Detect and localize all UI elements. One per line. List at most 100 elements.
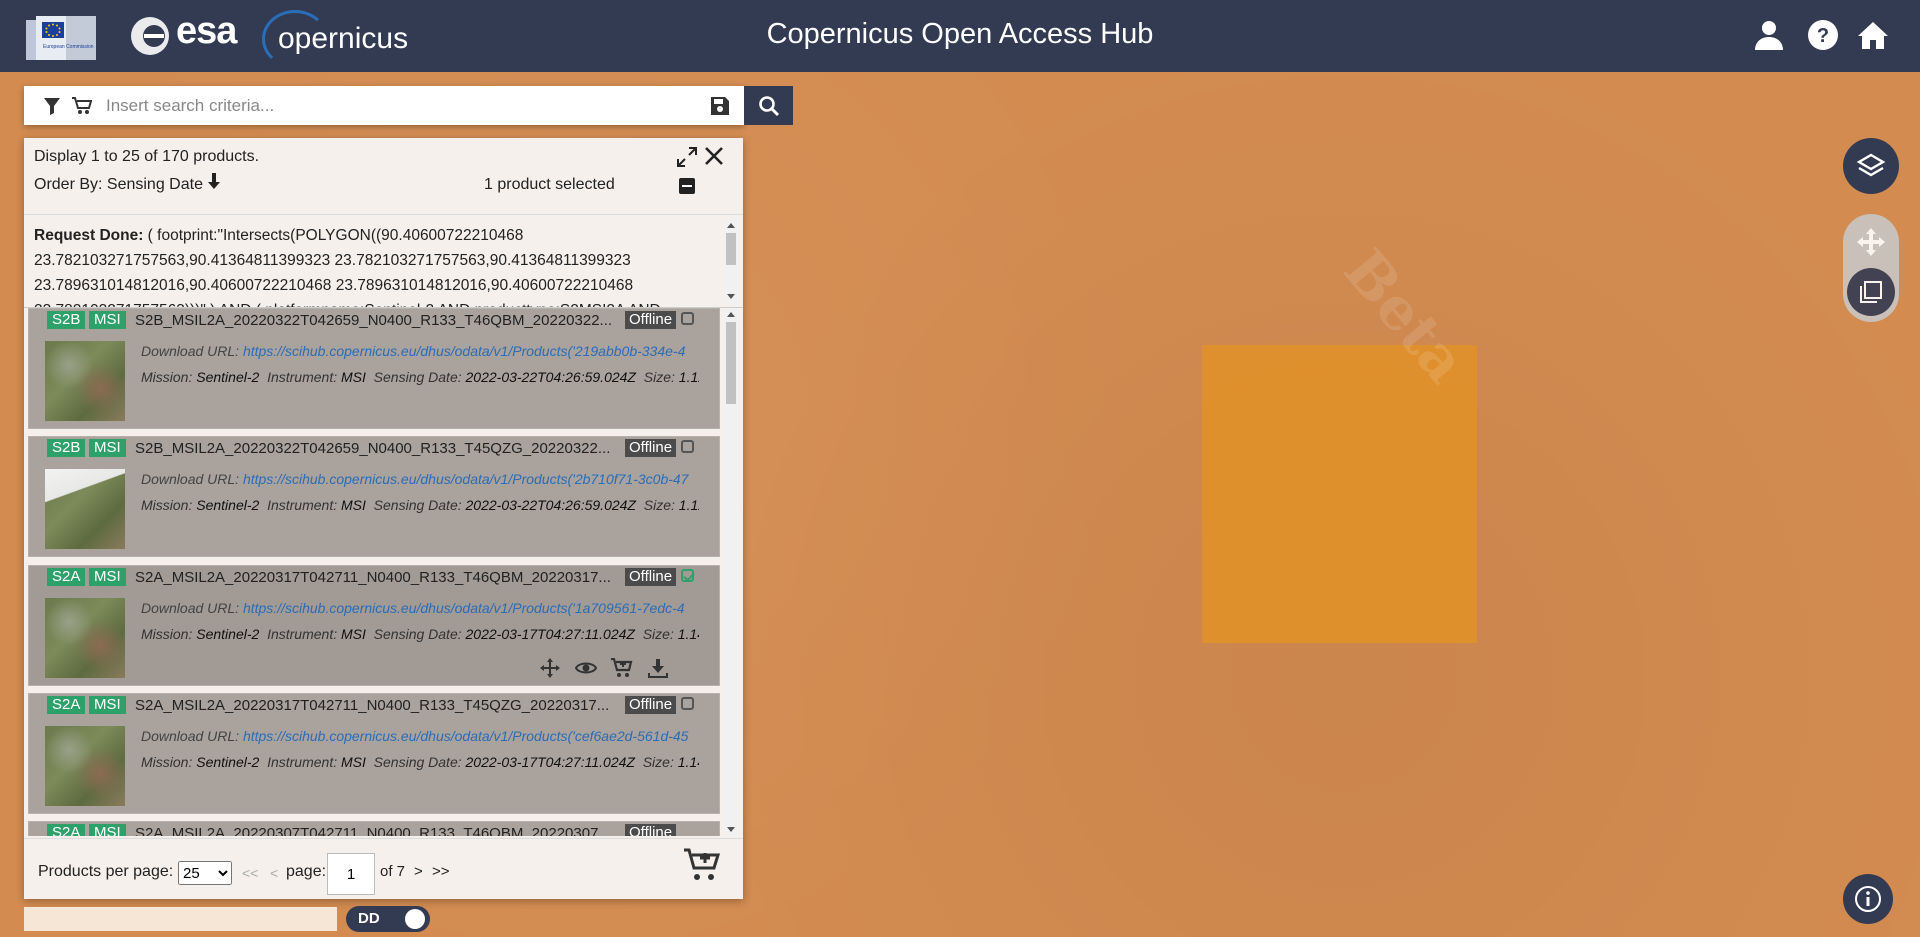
home-icon[interactable] [1856, 18, 1890, 52]
download-link[interactable]: https://scihub.copernicus.eu/dhus/odata/… [243, 600, 685, 616]
pan-button[interactable] [1843, 214, 1899, 270]
instrument-badge: MSI [89, 824, 126, 836]
deselect-all-button[interactable] [679, 178, 695, 194]
results-panel: Display 1 to 25 of 170 products. Order B… [24, 138, 743, 899]
save-icon[interactable] [704, 86, 736, 125]
layers-button[interactable] [1843, 138, 1899, 194]
move-icon [1857, 228, 1885, 256]
mission-value: Sentinel-2 [196, 497, 260, 513]
sensing-date-value: 2022-03-22T04:26:59.024Z [465, 497, 636, 513]
first-page-link[interactable]: << [242, 865, 258, 881]
status-badge: Offline [625, 311, 677, 329]
last-page-link[interactable]: >> [432, 863, 450, 880]
status-badge: Offline [625, 568, 677, 586]
app-header: European Commission esa opernicus Copern… [0, 0, 1920, 72]
size-value: 1.12 G [678, 497, 699, 513]
instrument-badge: MSI [89, 311, 126, 329]
download-link[interactable]: https://scihub.copernicus.eu/dhus/odata/… [243, 471, 689, 487]
close-icon[interactable] [702, 144, 726, 168]
instrument-badge: MSI [89, 696, 126, 714]
select-checkbox[interactable] [681, 312, 694, 325]
product-actions [539, 658, 669, 678]
prev-page-link[interactable]: < [270, 865, 278, 881]
selected-count: 1 product selected [484, 176, 615, 193]
user-icon[interactable] [1752, 18, 1786, 52]
add-selected-to-cart-icon[interactable] [684, 847, 721, 883]
page-label: page: [286, 863, 327, 880]
help-icon[interactable]: ? [1806, 18, 1840, 52]
info-button[interactable] [1843, 874, 1893, 924]
instrument-value: MSI [341, 369, 366, 385]
next-page-link[interactable]: > [414, 863, 423, 880]
search-input[interactable] [104, 91, 708, 121]
zoom-to-product-icon[interactable] [539, 658, 561, 678]
instrument-value: MSI [341, 626, 366, 642]
page-number-input[interactable] [327, 853, 375, 895]
draw-rectangle-icon [1860, 281, 1882, 303]
status-badge: Offline [625, 824, 677, 836]
request-label: Request Done: [34, 227, 144, 244]
download-label: Download URL: [141, 728, 240, 744]
product-list-scrollbar[interactable] [724, 308, 738, 836]
page-title: Copernicus Open Access Hub [766, 18, 1154, 50]
product-thumbnail[interactable] [45, 469, 125, 549]
info-icon [1855, 886, 1881, 912]
product-thumbnail[interactable] [45, 341, 125, 421]
search-icon [758, 95, 779, 116]
add-to-cart-icon[interactable] [611, 658, 633, 678]
download-label: Download URL: [141, 600, 240, 616]
size-label: Size: [643, 369, 675, 385]
cart-icon[interactable] [66, 86, 98, 125]
product-name[interactable]: S2B_MSIL2A_20220322T042659_N0400_R133_T4… [135, 312, 612, 329]
product-card[interactable]: S2B MSI S2B_MSIL2A_20220322T042659_N0400… [28, 308, 720, 429]
request-summary: Request Done: ( footprint:"Intersects(PO… [24, 214, 743, 308]
search-area-footprint[interactable] [1202, 345, 1477, 643]
results-count: Display 1 to 25 of 170 products. [34, 148, 260, 165]
page-total: of 7 [380, 863, 406, 880]
status-badge: Offline [625, 439, 677, 457]
filter-icon[interactable] [36, 86, 68, 125]
download-icon[interactable] [647, 658, 669, 678]
mission-value: Sentinel-2 [196, 369, 260, 385]
expand-icon[interactable] [676, 146, 698, 168]
instrument-label: Instrument: [267, 497, 338, 513]
product-name[interactable]: S2A_MSIL2A_20220307T042711_N0400_R133_T4… [135, 825, 611, 836]
view-details-icon[interactable] [575, 658, 597, 678]
coordinate-format-label: DD [358, 910, 380, 927]
download-link[interactable]: https://scihub.copernicus.eu/dhus/odata/… [243, 343, 685, 359]
sensing-date-label: Sensing Date: [373, 497, 462, 513]
select-checkbox[interactable] [681, 440, 694, 453]
instrument-badge: MSI [89, 439, 126, 457]
map-tools [1843, 214, 1899, 322]
product-card-selected[interactable]: S2A MSI S2A_MSIL2A_20220317T042711_N0400… [28, 565, 720, 686]
sensing-date-value: 2022-03-22T04:26:59.024Z [465, 369, 636, 385]
product-card[interactable]: S2A MSI S2A_MSIL2A_20220307T042711_N0400… [28, 821, 720, 836]
status-badge: Offline [625, 696, 677, 714]
product-name[interactable]: S2B_MSIL2A_20220322T042659_N0400_R133_T4… [135, 440, 610, 457]
per-page-select[interactable]: 25 [178, 861, 232, 885]
product-name[interactable]: S2A_MSIL2A_20220317T042711_N0400_R133_T4… [135, 569, 611, 586]
download-link[interactable]: https://scihub.copernicus.eu/dhus/odata/… [243, 728, 689, 744]
select-checkbox[interactable] [681, 569, 694, 582]
platform-badge: S2B [47, 311, 86, 329]
product-card[interactable]: S2A MSI S2A_MSIL2A_20220317T042711_N0400… [28, 693, 720, 814]
request-scrollbar[interactable] [724, 219, 738, 303]
product-card[interactable]: S2B MSI S2B_MSIL2A_20220322T042659_N0400… [28, 436, 720, 557]
sensing-date-label: Sensing Date: [373, 369, 462, 385]
size-value: 1.14 G [677, 626, 699, 642]
coordinate-display [24, 907, 337, 931]
product-name[interactable]: S2A_MSIL2A_20220317T042711_N0400_R133_T4… [135, 697, 609, 714]
sensing-date-label: Sensing Date: [373, 754, 462, 770]
instrument-badge: MSI [89, 568, 126, 586]
platform-badge: S2B [47, 439, 86, 457]
product-thumbnail[interactable] [45, 726, 125, 806]
coordinate-format-toggle[interactable]: DD [346, 906, 430, 932]
size-label: Size: [642, 626, 674, 642]
search-button[interactable] [744, 86, 793, 125]
area-select-button[interactable] [1847, 268, 1895, 316]
toggle-knob [405, 909, 425, 929]
order-by-control[interactable]: Order By: Sensing Date [34, 173, 259, 194]
mission-label: Mission: [141, 369, 193, 385]
select-checkbox[interactable] [681, 697, 694, 710]
product-thumbnail[interactable] [45, 598, 125, 678]
